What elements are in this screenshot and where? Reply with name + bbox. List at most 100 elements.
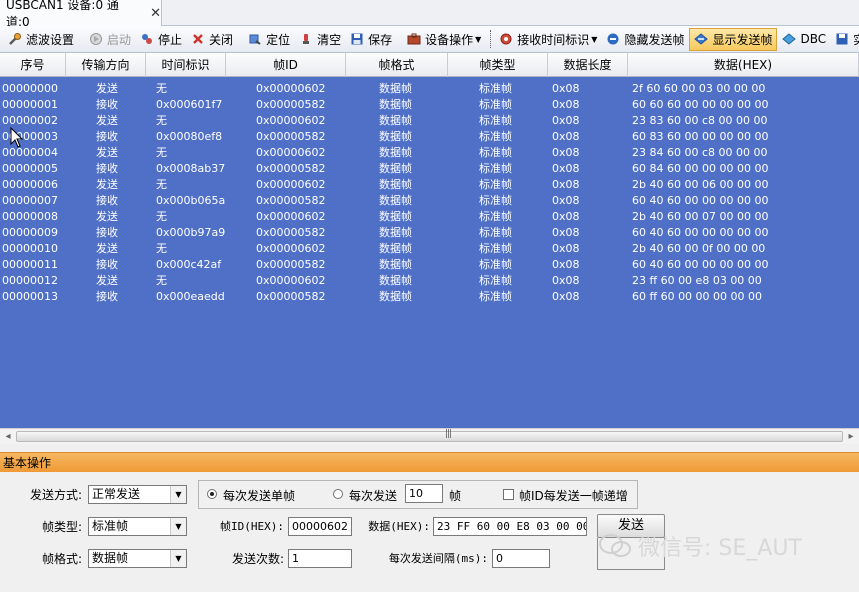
table-cell: 0x00000602 [256, 82, 326, 95]
table-row[interactable]: 00000006 发送 无 0x00000602 数据帧 标准帧 0x08 2b 40 60 … [0, 177, 859, 193]
multi-count-input[interactable]: 10 [405, 484, 443, 503]
table-row[interactable]: 00000007 接收 0x000b065a 0x00000582 数据帧 标准帧 0x08… [0, 193, 859, 209]
column-header[interactable]: 数据(HEX) [628, 53, 859, 77]
frame-format-select[interactable]: 数据帧 ▼ [88, 549, 187, 568]
table-cell: 0x08 [552, 242, 580, 255]
show-icon [693, 31, 709, 47]
table-cell: 00000011 [2, 258, 58, 271]
table-cell: 0x00000602 [256, 274, 326, 287]
column-header[interactable]: 时间标识 [146, 53, 226, 77]
table-cell: 标准帧 [479, 130, 512, 143]
table-cell: 60 60 60 00 00 00 00 00 [632, 98, 769, 111]
filter-button[interactable]: 滤波设置 [4, 28, 78, 51]
table-row[interactable]: 00000002 发送无 0x00000602 数据帧 标准帧 0x08 23 83 60 … [0, 113, 859, 129]
table-cell: 标准帧 [479, 226, 512, 239]
table-cell: 发送 [96, 242, 118, 255]
message-grid[interactable]: 序号 传输方向 时间标识 帧ID 帧格式 帧类型 数据长度 数据(HEX) 00000000 发… [0, 53, 859, 428]
table-cell: 0x0008ab37 [156, 162, 226, 175]
table-cell: 0x00000602 [256, 178, 326, 191]
device-ops-dropdown[interactable]: 设备操作 ▼ [403, 28, 485, 51]
table-cell: 60 40 60 00 00 00 00 00 [632, 226, 769, 239]
table-row[interactable]: 00000013 接收 0x000eaedd 0x00000582 数据帧 标准帧 0x08… [0, 289, 859, 305]
radio-multi-frame[interactable] [333, 489, 343, 499]
column-header[interactable]: 传输方向 [66, 53, 146, 77]
stop-button[interactable]: 停止 [136, 28, 186, 51]
table-cell: 发送 [96, 178, 118, 191]
horizontal-scrollbar[interactable]: ◂ ||| ▸ [0, 428, 859, 444]
radio-single-frame[interactable] [207, 489, 217, 499]
clear-icon [298, 31, 314, 47]
data-input[interactable]: 23 FF 60 00 E8 03 00 00 [433, 517, 587, 536]
hide-send-button[interactable]: 隐藏发送帧 [602, 28, 688, 51]
data-label: 数据(HEX): [368, 520, 430, 533]
table-cell: 0x00000582 [256, 194, 326, 207]
locate-button[interactable]: 定位 [244, 28, 294, 51]
watermark: 微信号: SE_AUT [598, 528, 802, 564]
column-header[interactable]: 帧类型 [448, 53, 548, 77]
table-cell: 0x00080ef8 [156, 130, 223, 143]
column-header[interactable]: 帧ID [226, 53, 346, 77]
table-row[interactable]: 00000010 发送 无 0x00000602 数据帧 标准帧 0x08 2b 40 60 … [0, 241, 859, 257]
scroll-thumb[interactable]: ||| [16, 429, 843, 442]
tab-usbcan1[interactable]: USBCAN1 设备:0 通道:0 ✕ [0, 0, 162, 29]
table-cell: 23 83 60 00 c8 00 00 00 [632, 114, 768, 127]
table-cell: 无 [156, 274, 167, 287]
table-cell: 接收 [96, 98, 118, 111]
increment-checkbox[interactable] [503, 489, 514, 500]
table-cell: 接收 [96, 226, 118, 239]
table-cell: 接收 [96, 194, 118, 207]
table-row[interactable]: 00000004 发送无 0x00000602 数据帧 标准帧 0x08 23 84 60 … [0, 145, 859, 161]
clear-button[interactable]: 清空 [295, 28, 345, 51]
table-cell: 0x08 [552, 114, 580, 127]
table-cell: 00000005 [2, 162, 58, 175]
table-cell: 0x000b97a9 [156, 226, 226, 239]
table-cell: 0x08 [552, 274, 580, 287]
table-row[interactable]: 00000008 发送 无 0x00000602 数据帧 标准帧 0x08 2b 40 60 … [0, 209, 859, 225]
dbc-button[interactable]: DBC [778, 28, 830, 51]
send-mode-select[interactable]: 正常发送 ▼ [88, 485, 187, 504]
scroll-left-icon[interactable]: ◂ [0, 429, 16, 445]
rx-timestamp-dropdown[interactable]: 接收时间标识 ▼ [495, 28, 601, 51]
scroll-right-icon[interactable]: ▸ [843, 429, 859, 445]
table-row[interactable]: 00000003 接收 0x00080ef8 0x00000582 数据帧 标准帧 0x08… [0, 129, 859, 145]
table-cell: 60 83 60 00 00 00 00 00 [632, 130, 769, 143]
table-cell: 0x08 [552, 178, 580, 191]
table-row[interactable]: 00000012 发送 无 0x00000602 数据帧 标准帧 0x08 23 ff 60 … [0, 273, 859, 289]
table-cell: 00000007 [2, 194, 58, 207]
frame-type-select[interactable]: 标准帧 ▼ [88, 517, 187, 536]
start-button[interactable]: 启动 [85, 28, 135, 51]
column-header[interactable]: 序号 [0, 53, 66, 77]
table-cell: 无 [156, 146, 167, 159]
frame-format-label: 帧格式: [41, 552, 82, 566]
table-row[interactable]: 00000005 接收 0x0008ab37 0x00000582 数据帧 标准帧 0x08… [0, 161, 859, 177]
table-cell: 00000012 [2, 274, 58, 287]
table-cell: 发送 [96, 146, 118, 159]
table-cell: 0x08 [552, 146, 580, 159]
table-row[interactable]: 00000009 接收 0x000b97a9 0x00000582 数据帧 标准帧 0x08… [0, 225, 859, 241]
table-cell: 0x08 [552, 194, 580, 207]
table-row[interactable]: 00000011 接收 0x000c42af 0x00000582 数据帧 标准帧 0x08… [0, 257, 859, 273]
save-button[interactable]: 保存 [346, 28, 396, 51]
interval-input[interactable]: 0 [492, 549, 550, 568]
watermark-text: 微信号: SE_AUT [638, 536, 802, 561]
show-send-button[interactable]: 显示发送帧 [689, 27, 778, 51]
frame-id-label: 帧ID(HEX): [220, 520, 284, 533]
table-cell: 00000013 [2, 290, 58, 303]
column-header[interactable]: 帧格式 [346, 53, 448, 77]
table-cell: 0x00000582 [256, 130, 326, 143]
table-cell: 0x08 [552, 258, 580, 271]
send-count-input[interactable]: 1 [288, 549, 352, 568]
close-icon[interactable]: ✕ [150, 6, 161, 21]
wechat-icon [599, 534, 631, 557]
chevron-down-icon: ▼ [170, 550, 186, 567]
table-cell: 发送 [96, 82, 118, 95]
table-row[interactable]: 00000000 发送 无 0x00000602 数据帧 标准帧 0x08 2f 60 60 … [0, 81, 859, 97]
table-row[interactable]: 00000001 接收 0x000601f7 0x00000582 数据帧 标准帧 0x08… [0, 97, 859, 113]
frame-id-input[interactable]: 00000602 [288, 517, 352, 536]
increment-label: 帧ID每发送一帧递增 [519, 489, 628, 503]
table-cell: 标准帧 [479, 194, 512, 207]
realtime-button[interactable]: 实时 [831, 28, 859, 51]
close-device-button[interactable]: 关闭 [187, 28, 237, 51]
table-cell: 标准帧 [479, 146, 512, 159]
column-header[interactable]: 数据长度 [548, 53, 628, 77]
